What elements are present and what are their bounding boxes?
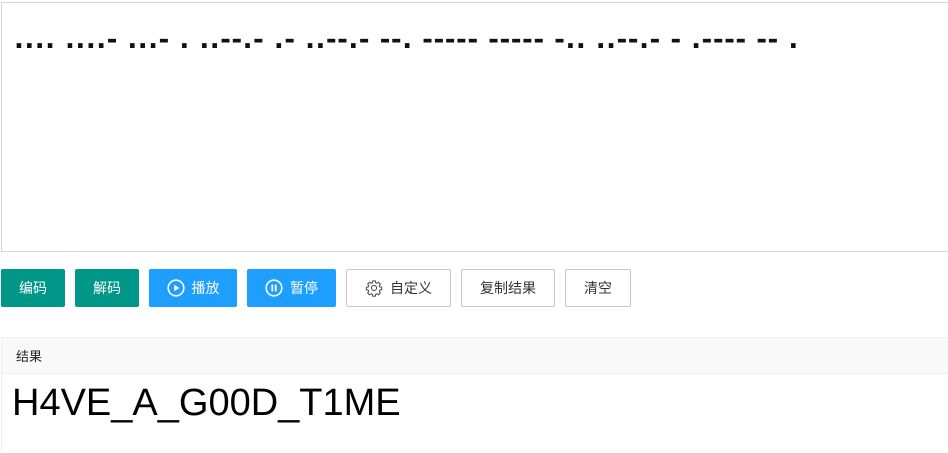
copy-result-button[interactable]: 复制结果	[461, 269, 555, 307]
decode-button-label: 解码	[93, 281, 121, 297]
encode-button[interactable]: 编码	[1, 269, 65, 307]
copy-result-button-label: 复制结果	[480, 281, 536, 297]
pause-button[interactable]: 暂停	[247, 269, 336, 307]
gear-icon	[365, 279, 383, 297]
custom-button-label: 自定义	[390, 281, 432, 297]
action-toolbar: 编码 解码 播放 暂停 自定义 复制结果 清空	[1, 269, 631, 307]
custom-button[interactable]: 自定义	[346, 269, 451, 307]
clear-button-label: 清空	[584, 281, 612, 297]
encode-button-label: 编码	[19, 281, 47, 297]
play-button-label: 播放	[191, 281, 220, 297]
result-output: H4VE_A_G00D_T1ME	[12, 382, 401, 424]
result-header: 结果	[2, 338, 948, 374]
morse-input-textarea[interactable]: .... ....- ...- . ..--.- .- ..--.- --. -…	[1, 2, 948, 252]
morse-tool-page: .... ....- ...- . ..--.- .- ..--.- --. -…	[0, 0, 948, 453]
decode-button[interactable]: 解码	[75, 269, 139, 307]
pause-circle-icon	[265, 279, 283, 297]
pause-button-label: 暂停	[290, 281, 318, 297]
play-button[interactable]: 播放	[149, 269, 237, 307]
clear-button[interactable]: 清空	[565, 269, 631, 307]
result-panel: 结果 H4VE_A_G00D_T1ME	[1, 337, 948, 453]
play-circle-icon	[166, 279, 185, 297]
